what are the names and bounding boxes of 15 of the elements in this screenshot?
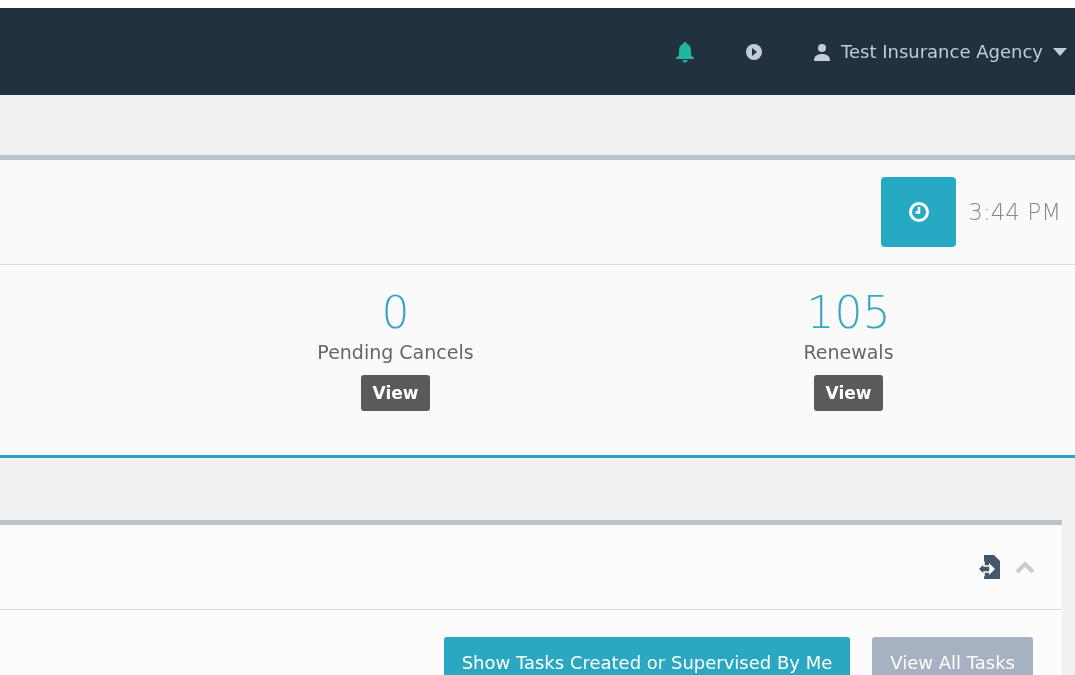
- stat-label: Pending Cancels: [317, 341, 474, 363]
- view-button[interactable]: View: [813, 375, 884, 411]
- bell-icon[interactable]: [675, 40, 695, 63]
- play-icon[interactable]: [745, 42, 763, 61]
- clock-time: 3:44 PM: [968, 199, 1061, 225]
- clock-icon: [907, 201, 930, 223]
- view-button[interactable]: View: [360, 375, 431, 411]
- stat-value: 0: [381, 291, 410, 335]
- caret-icon: [1053, 47, 1067, 56]
- user-menu[interactable]: Test Insurance Agency: [813, 41, 1067, 62]
- user-icon: [813, 42, 831, 61]
- stat-value: 105: [806, 291, 891, 335]
- stat-label: Renewals: [803, 341, 894, 363]
- clock-button[interactable]: [881, 177, 957, 247]
- export-file-icon[interactable]: [977, 554, 1001, 580]
